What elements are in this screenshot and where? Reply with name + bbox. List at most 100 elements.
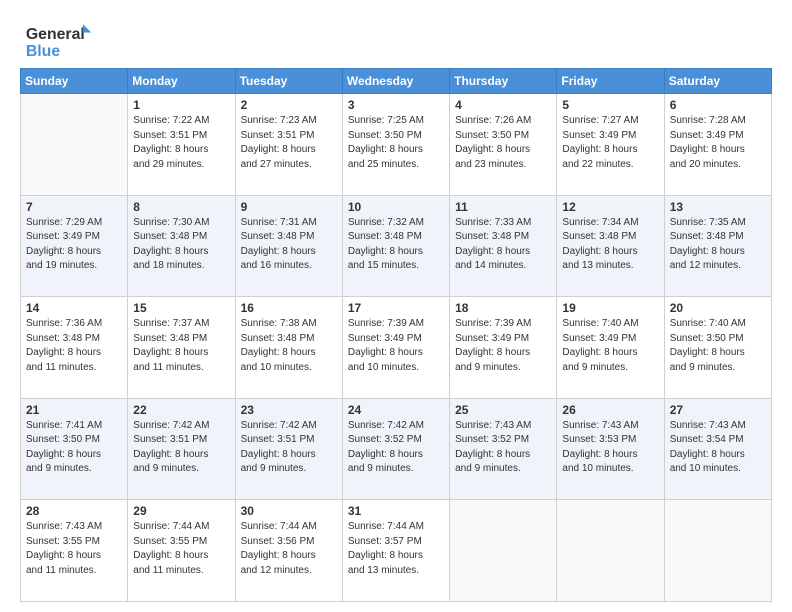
day-info: Sunrise: 7:39 AMSunset: 3:49 PMDaylight:… [455, 317, 551, 375]
header-thursday: Thursday [450, 69, 557, 94]
day-info: Sunrise: 7:33 AMSunset: 3:48 PMDaylight:… [455, 216, 551, 274]
day-number: 6 [670, 98, 766, 112]
day-number: 7 [26, 200, 122, 214]
day-number: 28 [26, 504, 122, 518]
day-info: Sunrise: 7:41 AMSunset: 3:50 PMDaylight:… [26, 419, 122, 477]
day-info: Sunrise: 7:32 AMSunset: 3:48 PMDaylight:… [348, 216, 444, 274]
day-info: Sunrise: 7:28 AMSunset: 3:49 PMDaylight:… [670, 114, 766, 172]
calendar-day-cell: 27 Sunrise: 7:43 AMSunset: 3:54 PMDayligh… [664, 398, 771, 500]
day-number: 17 [348, 301, 444, 315]
day-info: Sunrise: 7:26 AMSunset: 3:50 PMDaylight:… [455, 114, 551, 172]
calendar-day-cell: 13Sunrise: 7:35 AMSunset: 3:48 PMDayligh… [664, 195, 771, 297]
day-info: Sunrise: 7:43 AMSunset: 3:54 PMDaylight:… [670, 419, 766, 477]
calendar-week-row: 21 Sunrise: 7:41 AMSunset: 3:50 PMDayligh… [21, 398, 772, 500]
calendar-day-cell: 15 Sunrise: 7:37 AMSunset: 3:48 PMDayligh… [128, 297, 235, 399]
header-tuesday: Tuesday [235, 69, 342, 94]
day-info: Sunrise: 7:38 AMSunset: 3:48 PMDaylight:… [241, 317, 337, 375]
calendar-day-cell: 11 Sunrise: 7:33 AMSunset: 3:48 PMDayligh… [450, 195, 557, 297]
calendar-day-cell: 17 Sunrise: 7:39 AMSunset: 3:49 PMDayligh… [342, 297, 449, 399]
calendar-day-cell: 29Sunrise: 7:44 AMSunset: 3:55 PMDayligh… [128, 500, 235, 602]
day-info: Sunrise: 7:43 AMSunset: 3:53 PMDaylight:… [562, 419, 658, 477]
day-number: 5 [562, 98, 658, 112]
calendar-day-cell: 30 Sunrise: 7:44 AMSunset: 3:56 PMDayligh… [235, 500, 342, 602]
day-number: 19 [562, 301, 658, 315]
calendar-day-cell: 2 Sunrise: 7:23 AMSunset: 3:51 PMDaylight… [235, 94, 342, 196]
day-info: Sunrise: 7:29 AMSunset: 3:49 PMDaylight:… [26, 216, 122, 274]
day-number: 2 [241, 98, 337, 112]
day-info: Sunrise: 7:44 AMSunset: 3:57 PMDaylight:… [348, 520, 444, 578]
calendar-day-cell: 6 Sunrise: 7:28 AMSunset: 3:49 PMDaylight… [664, 94, 771, 196]
day-number: 1 [133, 98, 229, 112]
calendar-day-cell: 10Sunrise: 7:32 AMSunset: 3:48 PMDayligh… [342, 195, 449, 297]
day-number: 21 [26, 403, 122, 417]
logo: General Blue [20, 22, 95, 60]
day-info: Sunrise: 7:30 AMSunset: 3:48 PMDaylight:… [133, 216, 229, 274]
day-number: 27 [670, 403, 766, 417]
day-info: Sunrise: 7:31 AMSunset: 3:48 PMDaylight:… [241, 216, 337, 274]
day-number: 3 [348, 98, 444, 112]
day-number: 16 [241, 301, 337, 315]
calendar-week-row: 14 Sunrise: 7:36 AMSunset: 3:48 PMDayligh… [21, 297, 772, 399]
header-sunday: Sunday [21, 69, 128, 94]
calendar-week-row: 1Sunrise: 7:22 AMSunset: 3:51 PMDaylight… [21, 94, 772, 196]
day-info: Sunrise: 7:43 AMSunset: 3:52 PMDaylight:… [455, 419, 551, 477]
day-info: Sunrise: 7:40 AMSunset: 3:49 PMDaylight:… [562, 317, 658, 375]
day-number: 15 [133, 301, 229, 315]
calendar-day-cell: 26 Sunrise: 7:43 AMSunset: 3:53 PMDayligh… [557, 398, 664, 500]
calendar-day-cell: 8Sunrise: 7:30 AMSunset: 3:48 PMDaylight… [128, 195, 235, 297]
day-info: Sunrise: 7:27 AMSunset: 3:49 PMDaylight:… [562, 114, 658, 172]
calendar-table: SundayMondayTuesdayWednesdayThursdayFrid… [20, 68, 772, 602]
day-number: 24 [348, 403, 444, 417]
day-info: Sunrise: 7:25 AMSunset: 3:50 PMDaylight:… [348, 114, 444, 172]
calendar-day-cell: 31 Sunrise: 7:44 AMSunset: 3:57 PMDayligh… [342, 500, 449, 602]
day-number: 30 [241, 504, 337, 518]
calendar-day-cell: 4Sunrise: 7:26 AMSunset: 3:50 PMDaylight… [450, 94, 557, 196]
day-number: 26 [562, 403, 658, 417]
day-info: Sunrise: 7:42 AMSunset: 3:51 PMDaylight:… [133, 419, 229, 477]
svg-text:General: General [26, 26, 85, 43]
calendar-week-row: 28 Sunrise: 7:43 AMSunset: 3:55 PMDayligh… [21, 500, 772, 602]
day-number: 11 [455, 200, 551, 214]
day-info: Sunrise: 7:23 AMSunset: 3:51 PMDaylight:… [241, 114, 337, 172]
day-number: 31 [348, 504, 444, 518]
calendar-day-cell: 7 Sunrise: 7:29 AMSunset: 3:49 PMDaylight… [21, 195, 128, 297]
svg-text:Blue: Blue [26, 43, 60, 60]
day-number: 14 [26, 301, 122, 315]
calendar-day-cell: 12 Sunrise: 7:34 AMSunset: 3:48 PMDayligh… [557, 195, 664, 297]
page: General Blue SundayMondayTuesdayWednesda… [0, 0, 792, 612]
day-info: Sunrise: 7:44 AMSunset: 3:56 PMDaylight:… [241, 520, 337, 578]
calendar-day-cell [450, 500, 557, 602]
calendar-day-cell: 14 Sunrise: 7:36 AMSunset: 3:48 PMDayligh… [21, 297, 128, 399]
header-friday: Friday [557, 69, 664, 94]
calendar-header-row: SundayMondayTuesdayWednesdayThursdayFrid… [21, 69, 772, 94]
calendar-day-cell: 5 Sunrise: 7:27 AMSunset: 3:49 PMDaylight… [557, 94, 664, 196]
day-number: 18 [455, 301, 551, 315]
calendar-day-cell [557, 500, 664, 602]
calendar-day-cell: 24 Sunrise: 7:42 AMSunset: 3:52 PMDayligh… [342, 398, 449, 500]
day-info: Sunrise: 7:42 AMSunset: 3:51 PMDaylight:… [241, 419, 337, 477]
header-saturday: Saturday [664, 69, 771, 94]
day-number: 25 [455, 403, 551, 417]
calendar-day-cell: 21 Sunrise: 7:41 AMSunset: 3:50 PMDayligh… [21, 398, 128, 500]
day-info: Sunrise: 7:37 AMSunset: 3:48 PMDaylight:… [133, 317, 229, 375]
day-number: 23 [241, 403, 337, 417]
day-number: 9 [241, 200, 337, 214]
day-info: Sunrise: 7:40 AMSunset: 3:50 PMDaylight:… [670, 317, 766, 375]
day-info: Sunrise: 7:42 AMSunset: 3:52 PMDaylight:… [348, 419, 444, 477]
calendar-day-cell: 20Sunrise: 7:40 AMSunset: 3:50 PMDayligh… [664, 297, 771, 399]
header-monday: Monday [128, 69, 235, 94]
day-number: 12 [562, 200, 658, 214]
calendar-day-cell: 16 Sunrise: 7:38 AMSunset: 3:48 PMDayligh… [235, 297, 342, 399]
day-info: Sunrise: 7:34 AMSunset: 3:48 PMDaylight:… [562, 216, 658, 274]
calendar-day-cell: 25 Sunrise: 7:43 AMSunset: 3:52 PMDayligh… [450, 398, 557, 500]
calendar-day-cell: 3 Sunrise: 7:25 AMSunset: 3:50 PMDaylight… [342, 94, 449, 196]
calendar-day-cell: 18 Sunrise: 7:39 AMSunset: 3:49 PMDayligh… [450, 297, 557, 399]
day-info: Sunrise: 7:39 AMSunset: 3:49 PMDaylight:… [348, 317, 444, 375]
day-info: Sunrise: 7:36 AMSunset: 3:48 PMDaylight:… [26, 317, 122, 375]
calendar-day-cell [21, 94, 128, 196]
day-info: Sunrise: 7:43 AMSunset: 3:55 PMDaylight:… [26, 520, 122, 578]
calendar-day-cell: 19 Sunrise: 7:40 AMSunset: 3:49 PMDayligh… [557, 297, 664, 399]
day-info: Sunrise: 7:35 AMSunset: 3:48 PMDaylight:… [670, 216, 766, 274]
header-wednesday: Wednesday [342, 69, 449, 94]
calendar-day-cell: 22Sunrise: 7:42 AMSunset: 3:51 PMDayligh… [128, 398, 235, 500]
